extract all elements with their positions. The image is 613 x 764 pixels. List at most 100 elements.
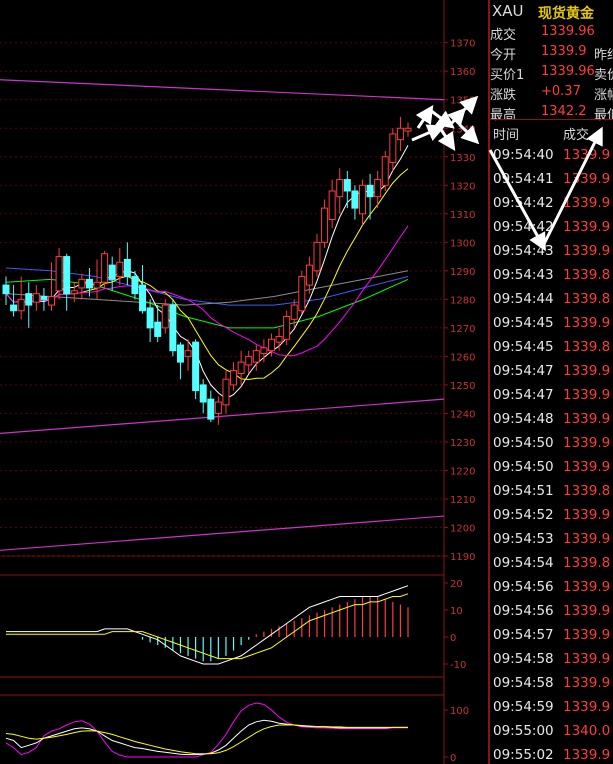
kline-chart[interactable]: 1370 1360 1350 1340 1330 1320 1310 1300 1290 1280…: [0, 0, 490, 764]
candle-up: [336, 179, 344, 198]
candle-down: [131, 276, 139, 295]
tick-price: 1339.9: [563, 459, 611, 475]
candle-up: [321, 207, 329, 243]
tick-row: 09:54:47 1339.9: [490, 363, 613, 387]
tick-price: 1339.9: [563, 603, 611, 619]
candle-up: [275, 335, 283, 343]
tick-time: 09:54:43: [493, 243, 554, 259]
tick-time: 09:54:41: [493, 171, 554, 187]
candle-down: [10, 304, 18, 312]
tick-row: 09:54:54 1339.8: [490, 555, 613, 579]
candle-down: [123, 258, 131, 278]
quote-row: 成交 1339.96: [490, 24, 613, 44]
tick-row: 09:54:51 1339.8: [490, 483, 613, 507]
price-axis-label: 1310: [450, 210, 475, 221]
tick-price: 1339.8: [563, 483, 611, 499]
quote-value: +0.37: [541, 84, 581, 99]
candle-down: [2, 284, 10, 295]
candle-up: [230, 370, 238, 386]
kdj-j-line: [5, 702, 408, 758]
tick-price: 1339.9: [563, 699, 611, 715]
candle-up: [70, 290, 78, 295]
tick-time: 09:55:00: [493, 723, 554, 739]
tick-row: 09:54:41 1339.9: [490, 171, 613, 195]
candle-up: [17, 298, 25, 312]
symbol-code: XAU: [492, 2, 524, 20]
price-axis-label: 1270: [450, 324, 475, 335]
price-axis-label: 1290: [450, 267, 475, 278]
tick-time: 09:55:02: [493, 747, 554, 763]
quote-label: 今开: [490, 48, 517, 63]
tick-price: 1339.9: [563, 411, 611, 427]
quote-header: XAU 现货黄金: [490, 0, 613, 22]
quote-row: 涨跌 +0.37 涨幅: [490, 84, 613, 104]
trendline-lower: [0, 515, 445, 551]
price-axis-label: 1210: [450, 495, 475, 506]
price-axis-label: 1260: [450, 352, 475, 363]
tick-time: 09:54:58: [493, 651, 554, 667]
tick-time: 09:54:43: [493, 267, 554, 283]
price-axis-label: 1200: [450, 523, 475, 534]
price-axis-label: 1220: [450, 466, 475, 477]
tick-price: 1339.9: [563, 243, 611, 259]
tick-time: 09:54:53: [493, 531, 554, 547]
candle-up: [396, 127, 404, 141]
tick-row: 09:54:43 1339.8: [490, 267, 613, 291]
ticks-header-time: 时间: [493, 128, 520, 143]
candle-up: [184, 350, 192, 357]
macd-axis-label: 10: [450, 606, 463, 617]
tick-price: 1339.8: [563, 339, 611, 355]
candle-up: [328, 190, 336, 221]
tick-row: 09:54:42 1339.9: [490, 219, 613, 243]
candle-down: [169, 304, 177, 352]
candle-up: [305, 264, 313, 286]
tick-time: 09:54:42: [493, 219, 554, 235]
quote-row: 买价1 1339.96卖价: [490, 64, 613, 84]
tick-row: 09:54:48 1339.9: [490, 411, 613, 435]
tick-price: 1339.9: [563, 627, 611, 643]
tick-row: 09:55:00 1340.0: [490, 723, 613, 747]
candle-down: [366, 184, 374, 198]
candle-up: [252, 350, 260, 363]
tick-price: 1339.9: [563, 579, 611, 595]
tick-price: 1339.9: [563, 363, 611, 379]
tick-time: 09:54:58: [493, 675, 554, 691]
price-axis-label: 1250: [450, 381, 475, 392]
tick-row: 09:54:57 1339.9: [490, 627, 613, 651]
candle-up: [298, 276, 306, 312]
tick-time: 09:54:40: [493, 147, 554, 163]
tick-row: 09:54:44 1339.8: [490, 291, 613, 315]
trendline-upper: [0, 79, 445, 101]
tick-price: 1339.9: [563, 219, 611, 235]
tick-time: 09:54:59: [493, 699, 554, 715]
tick-time: 09:54:44: [493, 291, 554, 307]
tick-row: 09:54:43 1339.9: [490, 243, 613, 267]
quote-value: 1339.96: [541, 24, 595, 39]
tick-row: 09:54:58 1339.9: [490, 675, 613, 699]
tick-time: 09:54:42: [493, 195, 554, 211]
candle-down: [192, 341, 200, 392]
quote-label: 涨跌: [490, 88, 517, 103]
candle-down: [108, 264, 116, 280]
tick-price: 1339.9: [563, 747, 611, 763]
tick-row: 09:54:47 1339.9: [490, 387, 613, 411]
symbol-name: 现货黄金: [538, 6, 594, 22]
candle-down: [139, 284, 147, 312]
candle-down: [176, 344, 184, 363]
candle-up: [358, 184, 366, 215]
candle-down: [199, 384, 207, 403]
tick-price: 1339.9: [563, 675, 611, 691]
macd-axis-label: 20: [450, 579, 463, 590]
tick-row: 09:54:58 1339.9: [490, 651, 613, 675]
tick-price: 1339.8: [563, 267, 611, 283]
tick-row: 09:54:45 1339.9: [490, 315, 613, 339]
candle-up: [267, 338, 275, 352]
candle-up: [48, 296, 56, 306]
tick-row: 09:54:40 1339.9: [490, 147, 613, 171]
tick-row: 09:54:59 1339.9: [490, 699, 613, 723]
tick-price: 1339.9: [563, 531, 611, 547]
candle-down: [25, 293, 33, 306]
candle-down: [207, 398, 215, 420]
tick-time: 09:54:57: [493, 627, 554, 643]
tick-price: 1339.9: [563, 171, 611, 187]
